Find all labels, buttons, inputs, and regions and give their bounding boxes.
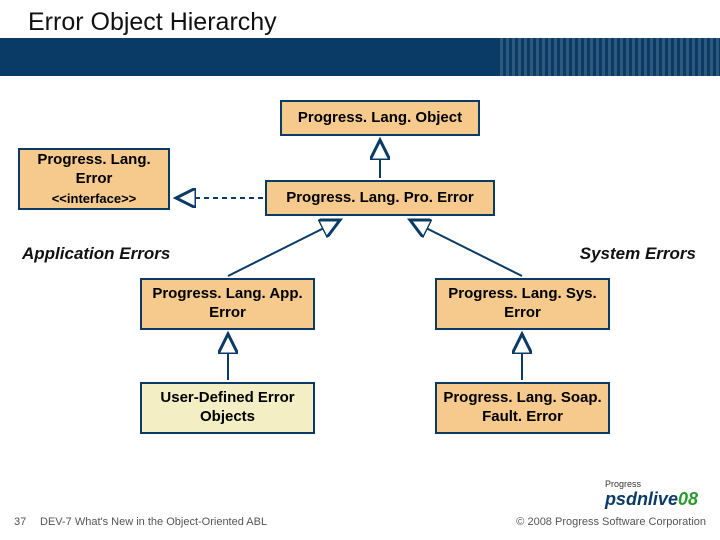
- box-error-label: Progress. Lang. Error: [20, 151, 168, 189]
- box-soapfault: Progress. Lang. Soap. Fault. Error: [435, 382, 610, 434]
- logo-main-text: psdnlive: [605, 489, 678, 509]
- box-error-interface: Progress. Lang. Error <<interface>>: [18, 148, 170, 210]
- box-object: Progress. Lang. Object: [280, 100, 480, 136]
- footer-subtitle: DEV-7 What's New in the Object-Oriented …: [40, 516, 267, 528]
- hierarchy-arrows: [0, 0, 720, 540]
- slide-number: 37: [14, 516, 26, 528]
- logo-progress-label: Progress: [605, 480, 698, 489]
- logo-year: 08: [678, 489, 698, 509]
- box-user-defined: User-Defined Error Objects: [140, 382, 315, 434]
- slide-title: Error Object Hierarchy: [28, 8, 277, 37]
- label-system-errors: System Errors: [580, 244, 696, 264]
- box-syserror: Progress. Lang. Sys. Error: [435, 278, 610, 330]
- footer-copyright: © 2008 Progress Software Corporation: [516, 516, 706, 528]
- box-proerror: Progress. Lang. Pro. Error: [265, 180, 495, 216]
- box-apperror: Progress. Lang. App. Error: [140, 278, 315, 330]
- slide: Error Object Hierarchy Progress. Lang. O…: [0, 0, 720, 540]
- logo-psdnlive: Progress psdnlive08: [605, 480, 698, 510]
- title-bar: [0, 38, 720, 76]
- box-error-stereotype: <<interface>>: [20, 191, 168, 207]
- label-application-errors: Application Errors: [22, 244, 170, 264]
